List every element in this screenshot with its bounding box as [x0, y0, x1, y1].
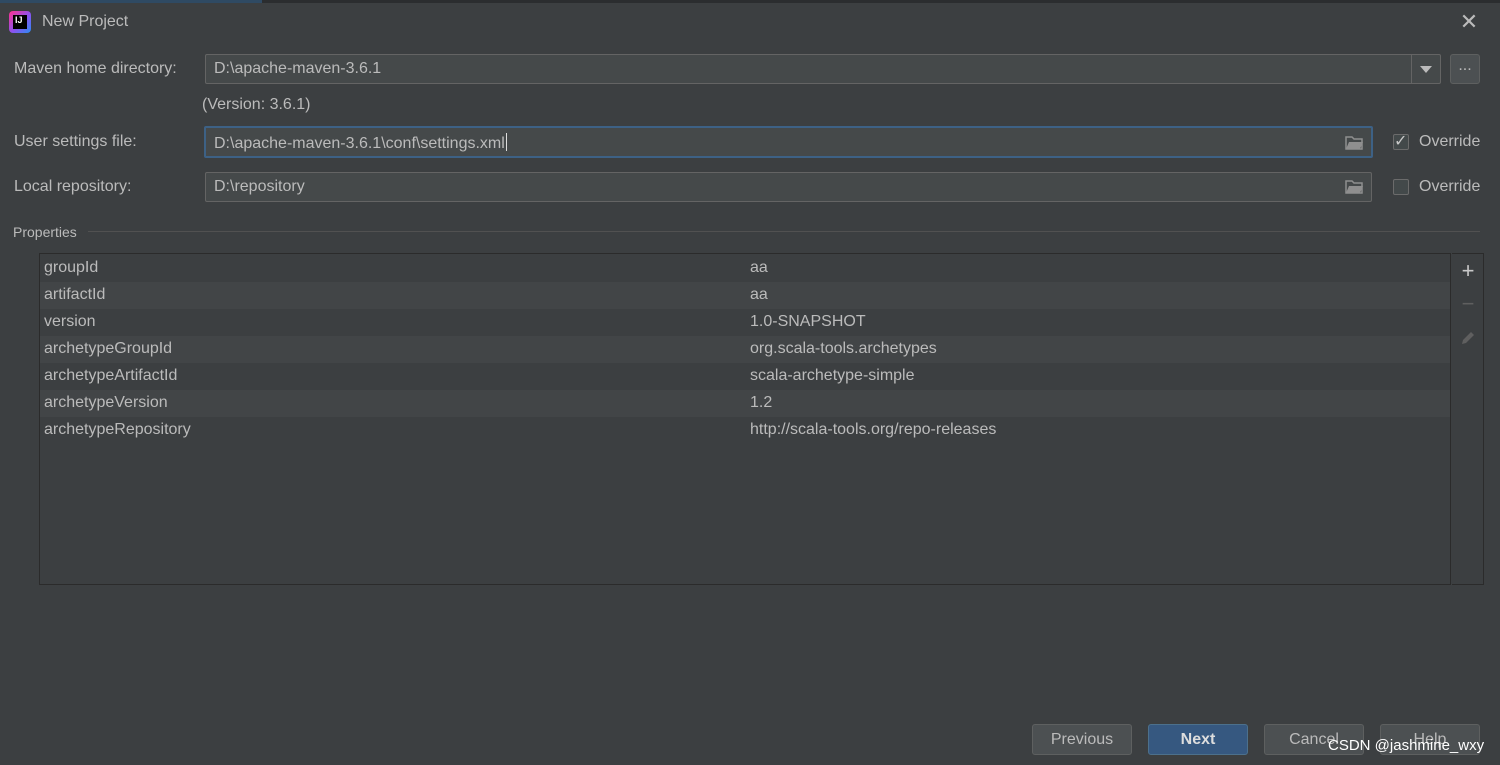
local-repository-label: Local repository:: [14, 178, 132, 195]
minus-icon[interactable]: −: [1458, 293, 1478, 315]
user-settings-value: D:\apache-maven-3.6.1\conf\settings.xml: [214, 135, 505, 152]
property-value: 1.2: [750, 394, 773, 411]
table-row[interactable]: archetypeRepository http://scala-tools.o…: [40, 417, 1450, 444]
table-row[interactable]: artifactId aa: [40, 282, 1450, 309]
dialog-title: New Project: [42, 13, 129, 30]
user-settings-override-label: Override: [1419, 133, 1481, 150]
property-key: archetypeVersion: [44, 394, 168, 411]
chevron-down-icon: [1420, 66, 1432, 73]
table-row[interactable]: groupId aa: [40, 255, 1450, 282]
properties-table: groupId aa artifactId aa version 1.0-SNA…: [39, 253, 1451, 585]
table-row[interactable]: archetypeGroupId org.scala-tools.archety…: [40, 336, 1450, 363]
property-key: version: [44, 313, 96, 330]
pencil-icon[interactable]: [1458, 328, 1478, 348]
title-bar: IJ New Project ✕: [0, 3, 1500, 41]
folder-icon[interactable]: [1344, 177, 1364, 197]
table-row[interactable]: version 1.0-SNAPSHOT: [40, 309, 1450, 336]
local-repository-override-label: Override: [1419, 178, 1481, 195]
text-caret: [505, 133, 507, 151]
maven-home-value: D:\apache-maven-3.6.1: [214, 60, 382, 77]
property-key: artifactId: [44, 286, 106, 303]
local-repository-value: D:\repository: [214, 178, 305, 195]
properties-toolbar: + −: [1452, 253, 1484, 585]
maven-home-combobox[interactable]: D:\apache-maven-3.6.1: [205, 54, 1441, 84]
folder-icon[interactable]: [1344, 133, 1364, 153]
intellij-idea-icon: IJ: [9, 11, 31, 33]
property-value: 1.0-SNAPSHOT: [750, 313, 866, 330]
local-repository-input[interactable]: D:\repository: [205, 172, 1372, 202]
user-settings-override-checkbox[interactable]: ✓: [1393, 133, 1409, 150]
property-key: groupId: [44, 259, 99, 276]
maven-home-browse-button[interactable]: ...: [1450, 54, 1480, 84]
dropdown-arrow-button[interactable]: [1411, 55, 1440, 83]
property-value: org.scala-tools.archetypes: [750, 340, 937, 357]
watermark-text: CSDN @jashmine_wxy: [1328, 737, 1485, 754]
property-value: aa: [750, 286, 768, 303]
table-row[interactable]: archetypeVersion 1.2: [40, 390, 1450, 417]
properties-separator: [88, 231, 1480, 232]
checkmark-icon: ✓: [1394, 133, 1408, 150]
plus-icon[interactable]: +: [1458, 260, 1478, 282]
local-repository-override-checkbox[interactable]: [1393, 179, 1409, 195]
close-icon[interactable]: ✕: [1458, 11, 1480, 33]
property-value: scala-archetype-simple: [750, 367, 915, 384]
property-key: archetypeArtifactId: [44, 367, 178, 384]
previous-button[interactable]: Previous: [1032, 724, 1132, 755]
next-button[interactable]: Next: [1148, 724, 1248, 755]
property-value: http://scala-tools.org/repo-releases: [750, 421, 997, 438]
table-row[interactable]: archetypeArtifactId scala-archetype-simp…: [40, 363, 1450, 390]
user-settings-input[interactable]: D:\apache-maven-3.6.1\conf\settings.xml: [204, 126, 1373, 158]
properties-header: Properties: [13, 224, 77, 240]
maven-version-note: (Version: 3.6.1): [202, 96, 311, 113]
property-value: aa: [750, 259, 768, 276]
property-key: archetypeGroupId: [44, 340, 173, 357]
user-settings-label: User settings file:: [14, 133, 137, 150]
maven-home-label: Maven home directory:: [14, 60, 177, 77]
property-key: archetypeRepository: [44, 421, 191, 438]
